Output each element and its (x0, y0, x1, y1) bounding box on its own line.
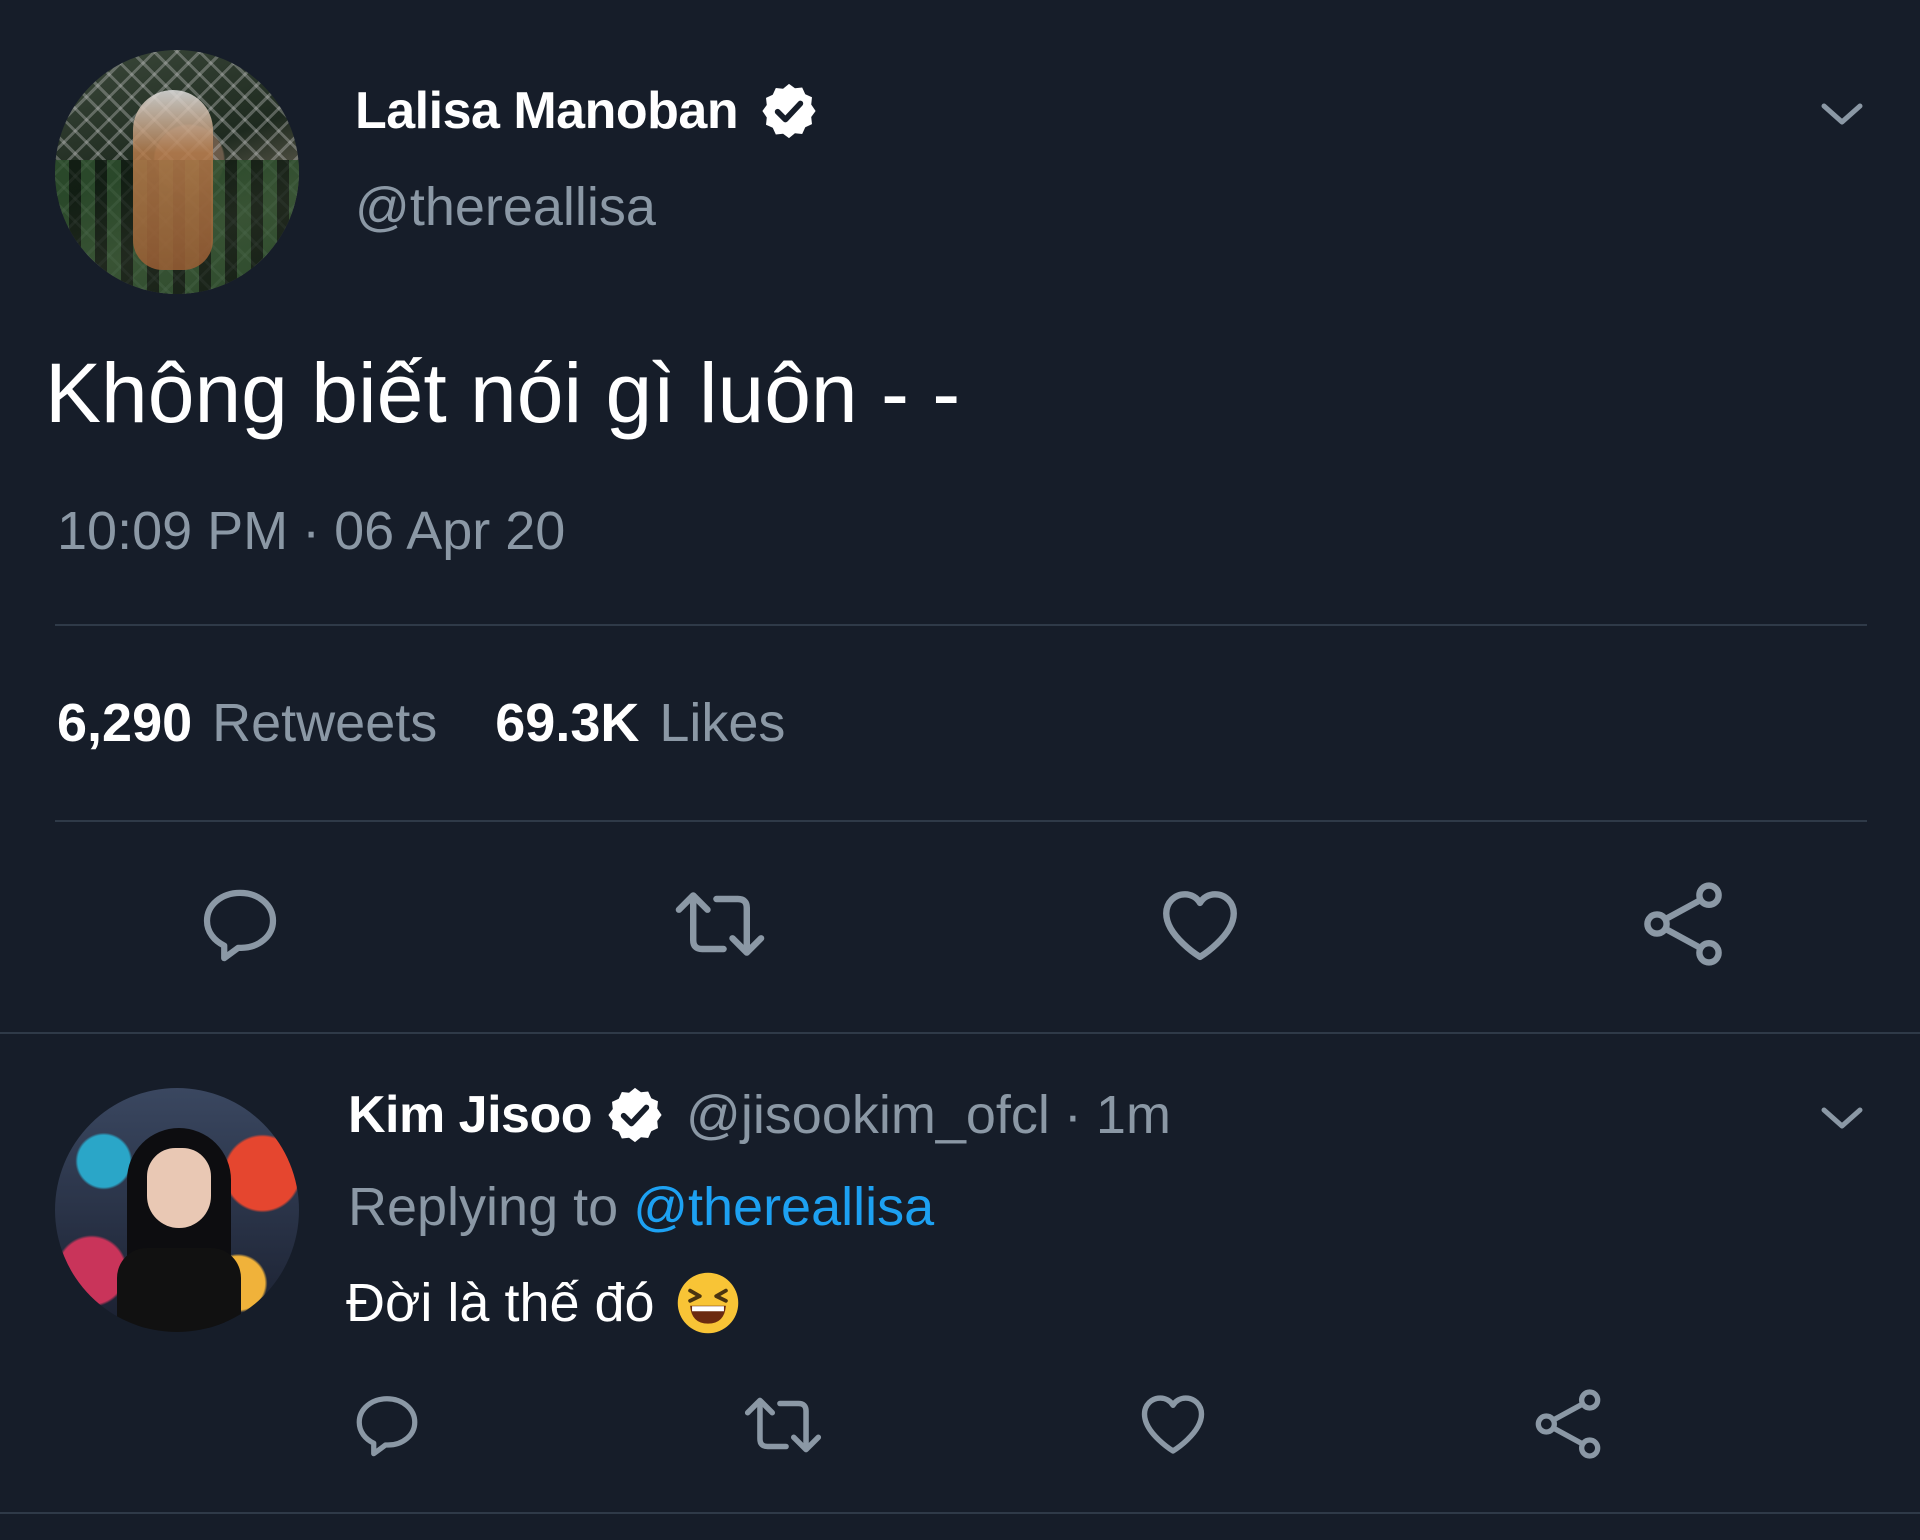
retweets-count[interactable]: 6,290 (57, 692, 192, 754)
replying-to: Replying to @thereallisa (348, 1176, 934, 1238)
tweet-timestamp[interactable]: 10:09 PM · 06 Apr 20 (57, 500, 565, 562)
verified-badge-icon (762, 83, 816, 139)
verified-badge-icon (608, 1087, 662, 1143)
reply-age[interactable]: 1m (1096, 1084, 1171, 1146)
reply-separator: · (1063, 1085, 1082, 1145)
share-icon[interactable] (1635, 876, 1731, 972)
divider (0, 1032, 1920, 1034)
chevron-down-icon[interactable] (1818, 1104, 1866, 1134)
chevron-down-icon[interactable] (1818, 100, 1866, 130)
tweet-stats: 6,290 Retweets 69.3K Likes (57, 692, 785, 754)
likes-count[interactable]: 69.3K (495, 692, 639, 754)
tweet-date: 06 Apr 20 (334, 501, 566, 561)
replying-handle-link[interactable]: @thereallisa (633, 1177, 934, 1237)
retweet-icon[interactable] (740, 1388, 826, 1462)
share-icon[interactable] (1528, 1384, 1608, 1464)
retweet-icon[interactable] (670, 880, 770, 968)
tweet-author[interactable]: Lalisa Manoban (355, 76, 820, 146)
author-handle[interactable]: @thereallisa (355, 176, 656, 238)
reply-icon[interactable] (350, 1388, 424, 1462)
reply-author-handle[interactable]: @jisookim_ofcl (686, 1084, 1050, 1146)
tweet-time: 10:09 PM (57, 501, 289, 561)
avatar-kim-jisoo[interactable] (55, 1088, 299, 1332)
reply-text: Đời là thế đó (346, 1273, 655, 1333)
reply-text-row: Đời là thế đó 😆 (346, 1270, 741, 1336)
replying-label: Replying to (348, 1177, 619, 1237)
divider (55, 624, 1867, 626)
like-icon[interactable] (1155, 880, 1245, 970)
author-name[interactable]: Lalisa Manoban (355, 81, 739, 141)
tweet-text: Không biết nói gì luôn - - (45, 346, 961, 440)
reply-icon[interactable] (196, 880, 284, 968)
retweets-label[interactable]: Retweets (212, 692, 437, 754)
timestamp-separator: · (302, 501, 321, 561)
divider (55, 820, 1867, 822)
laughing-emoji-icon (677, 1272, 738, 1334)
like-icon[interactable] (1135, 1386, 1211, 1462)
reply-author-name[interactable]: Kim Jisoo (348, 1085, 593, 1145)
avatar-lalisa[interactable] (55, 50, 299, 294)
likes-label[interactable]: Likes (659, 692, 785, 754)
divider (0, 1512, 1920, 1514)
reply-header: Kim Jisoo @jisookim_ofcl · 1m (348, 1080, 1171, 1150)
